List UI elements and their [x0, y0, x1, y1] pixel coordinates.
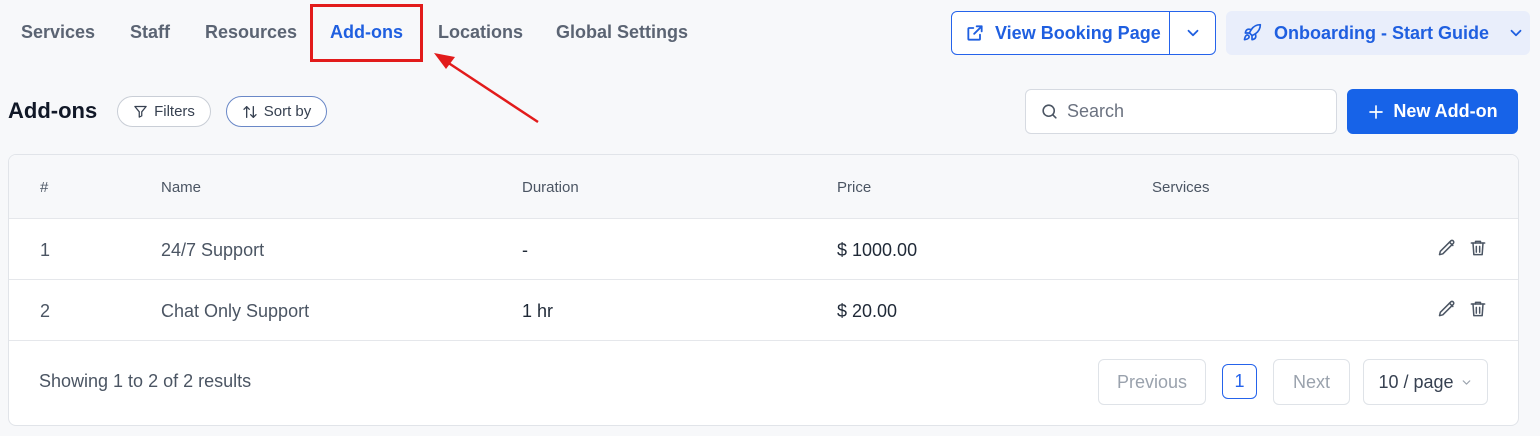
view-booking-dropdown-toggle[interactable] — [1170, 12, 1215, 54]
row-price: $ 20.00 — [837, 301, 898, 321]
page-number-button[interactable]: 1 — [1222, 364, 1257, 399]
row-number: 1 — [40, 240, 51, 260]
sort-by-label: Sort by — [263, 103, 312, 120]
chevron-down-icon — [1462, 379, 1470, 385]
table-row: 2 Chat Only Support 1 hr $ 20.00 — [9, 280, 1518, 341]
filter-icon — [134, 105, 147, 118]
row-actions — [1437, 299, 1488, 319]
chevron-down-icon — [1187, 29, 1198, 37]
table-header: # Name Duration Price Services — [9, 155, 1518, 219]
row-duration: - — [522, 240, 528, 260]
row-actions — [1437, 238, 1488, 258]
filters-label: Filters — [154, 103, 195, 120]
page-size-select[interactable]: 10 / page — [1363, 359, 1488, 405]
chevron-down-icon — [1510, 29, 1522, 37]
previous-page-button[interactable]: Previous — [1098, 359, 1206, 405]
search-box — [1025, 89, 1337, 134]
rocket-icon — [1243, 23, 1262, 41]
search-input[interactable] — [1067, 101, 1327, 122]
search-icon — [1042, 104, 1057, 119]
column-header-duration: Duration — [522, 179, 579, 196]
new-add-on-button[interactable]: New Add-on — [1347, 89, 1518, 134]
onboarding-guide-button[interactable]: Onboarding - Start Guide — [1226, 11, 1530, 55]
edit-icon[interactable] — [1437, 238, 1457, 258]
page-title: Add-ons — [8, 98, 98, 123]
next-page-button[interactable]: Next — [1273, 359, 1350, 405]
onboarding-label: Onboarding - Start Guide — [1274, 22, 1489, 43]
plus-icon — [1369, 104, 1384, 119]
new-add-on-label: New Add-on — [1393, 101, 1498, 121]
sort-icon — [243, 105, 257, 118]
view-booking-split-button: View Booking Page — [951, 11, 1216, 55]
column-header-services: Services — [1152, 179, 1210, 196]
results-summary: Showing 1 to 2 of 2 results — [39, 371, 252, 391]
column-header-price: Price — [837, 179, 872, 196]
table-footer: Showing 1 to 2 of 2 results Previous 1 N… — [9, 341, 1518, 425]
filters-button[interactable]: Filters — [117, 96, 211, 127]
column-header-name: Name — [161, 179, 202, 196]
row-price: $ 1000.00 — [837, 240, 918, 260]
add-ons-table-card: # Name Duration Price Services 1 24/7 Su… — [8, 154, 1519, 426]
external-link-icon — [967, 25, 983, 41]
view-booking-button[interactable]: View Booking Page — [952, 12, 1170, 54]
column-header-number: # — [40, 179, 49, 196]
row-name: Chat Only Support — [161, 301, 310, 321]
edit-icon[interactable] — [1437, 299, 1457, 319]
trash-icon[interactable] — [1468, 238, 1488, 258]
page-size-label: 10 / page — [1378, 371, 1454, 392]
sort-by-button[interactable]: Sort by — [226, 96, 327, 127]
view-booking-label: View Booking Page — [995, 22, 1161, 43]
trash-icon[interactable] — [1468, 299, 1488, 319]
row-duration: 1 hr — [522, 301, 554, 321]
row-number: 2 — [40, 301, 51, 321]
row-name: 24/7 Support — [161, 240, 265, 260]
table-row: 1 24/7 Support - $ 1000.00 — [9, 219, 1518, 280]
